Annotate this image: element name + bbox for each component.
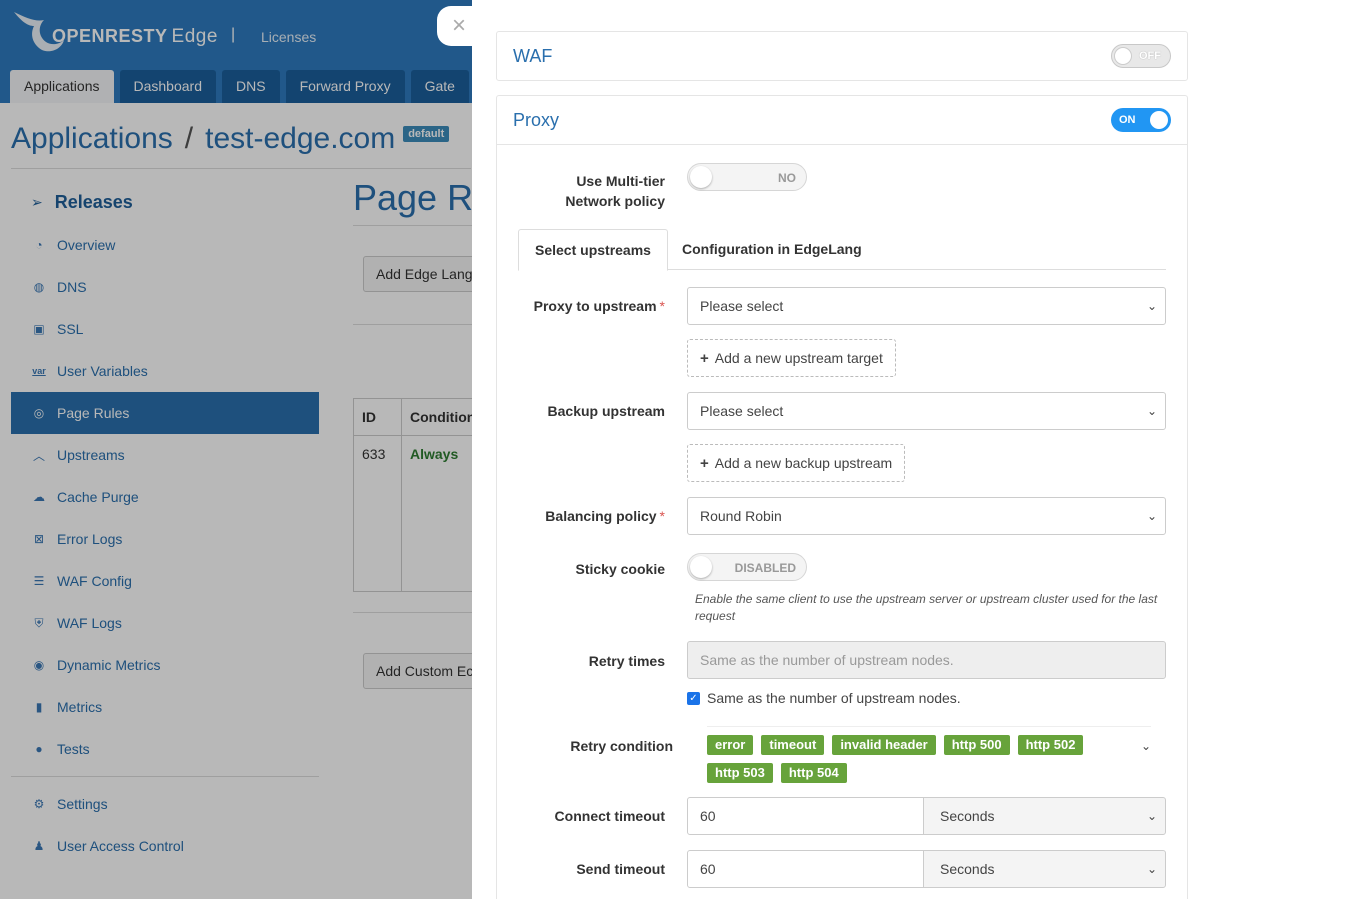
waf-card: WAF OFF: [496, 31, 1188, 81]
tag-error[interactable]: error: [707, 735, 754, 755]
toggle-knob: [690, 556, 712, 578]
balancing-policy-select[interactable]: Round Robin ⌄: [687, 497, 1166, 535]
retry-times-label: Retry times: [588, 653, 665, 669]
waf-toggle[interactable]: OFF: [1111, 44, 1171, 68]
toggle-knob: [690, 166, 712, 188]
tab-configuration-edgelang[interactable]: Configuration in EdgeLang: [666, 229, 878, 270]
proxy-toggle[interactable]: ON: [1111, 108, 1171, 132]
chevron-down-icon: ⌄: [1146, 509, 1157, 523]
close-icon: ×: [451, 12, 466, 39]
modal-overlay[interactable]: [0, 0, 472, 899]
chevron-down-icon: ⌄: [1146, 404, 1157, 418]
proxy-upstream-label: Proxy to upstream *: [533, 298, 665, 314]
waf-card-header: WAF OFF: [497, 32, 1187, 80]
tag-http-504[interactable]: http 504: [780, 763, 847, 783]
chevron-down-icon: ⌄: [1146, 809, 1157, 823]
backup-upstream-label: Backup upstream: [547, 403, 665, 419]
proxy-card-header: Proxy ON: [497, 96, 1187, 144]
toggle-knob: [1114, 47, 1132, 65]
send-timeout-input[interactable]: 60: [687, 850, 924, 888]
retry-condition-label: Retry condition: [570, 738, 673, 754]
required-marker: *: [659, 508, 665, 524]
required-marker: *: [659, 298, 665, 314]
tag-timeout[interactable]: timeout: [761, 735, 825, 755]
chevron-down-icon: ⌄: [1140, 739, 1151, 753]
sticky-cookie-toggle[interactable]: DISABLED: [687, 553, 807, 581]
tag-http-503[interactable]: http 503: [707, 763, 773, 783]
retry-same-as-nodes-checkbox[interactable]: ✓ Same as the number of upstream nodes.: [687, 690, 961, 706]
tag-http-500[interactable]: http 500: [943, 735, 1010, 755]
multi-tier-toggle[interactable]: NO: [687, 163, 807, 191]
sticky-cookie-help: Enable the same client to use the upstre…: [695, 592, 1158, 623]
tag-http-502[interactable]: http 502: [1017, 735, 1084, 755]
chevron-down-icon: ⌄: [1146, 299, 1157, 313]
retry-times-input: Same as the number of upstream nodes.: [687, 641, 1166, 679]
add-upstream-target-button[interactable]: + Add a new upstream target: [687, 339, 896, 377]
add-backup-upstream-button[interactable]: + Add a new backup upstream: [687, 444, 906, 482]
settings-drawer: WAF OFF Proxy ON Use Multi-tier Network …: [472, 0, 1357, 899]
connect-timeout-unit-select[interactable]: Seconds ⌄: [923, 797, 1166, 835]
multi-tier-label: Use Multi-tier Network policy: [565, 173, 665, 209]
retry-condition-tags: error timeout invalid header http 500 ht…: [707, 735, 1117, 783]
proxy-title: Proxy: [513, 109, 560, 130]
plus-icon: +: [700, 350, 709, 367]
connect-timeout-input[interactable]: 60: [687, 797, 924, 835]
chevron-down-icon: ⌄: [1146, 862, 1157, 876]
send-timeout-label: Send timeout: [576, 861, 665, 877]
proxy-upstream-select[interactable]: Please select ⌄: [687, 287, 1166, 325]
proxy-card: Proxy ON Use Multi-tier Network policy N…: [496, 95, 1188, 899]
toggle-knob: [1150, 111, 1168, 129]
checkbox-checked-icon: ✓: [687, 691, 700, 705]
retry-condition-select[interactable]: error timeout invalid header http 500 ht…: [707, 726, 1151, 783]
connect-timeout-label: Connect timeout: [554, 808, 665, 824]
plus-icon: +: [700, 455, 709, 472]
upstream-tabs: Select upstreams Configuration in EdgeLa…: [518, 229, 1166, 271]
sticky-cookie-label: Sticky cookie: [575, 561, 666, 577]
waf-title: WAF: [513, 45, 553, 66]
backup-upstream-select[interactable]: Please select ⌄: [687, 392, 1166, 430]
send-timeout-unit-select[interactable]: Seconds ⌄: [923, 850, 1166, 888]
tag-invalid-header[interactable]: invalid header: [832, 735, 936, 755]
proxy-card-body: Use Multi-tier Network policy NO Select …: [497, 144, 1187, 899]
tab-select-upstreams[interactable]: Select upstreams: [518, 229, 668, 271]
balancing-policy-label: Balancing policy *: [545, 508, 665, 524]
